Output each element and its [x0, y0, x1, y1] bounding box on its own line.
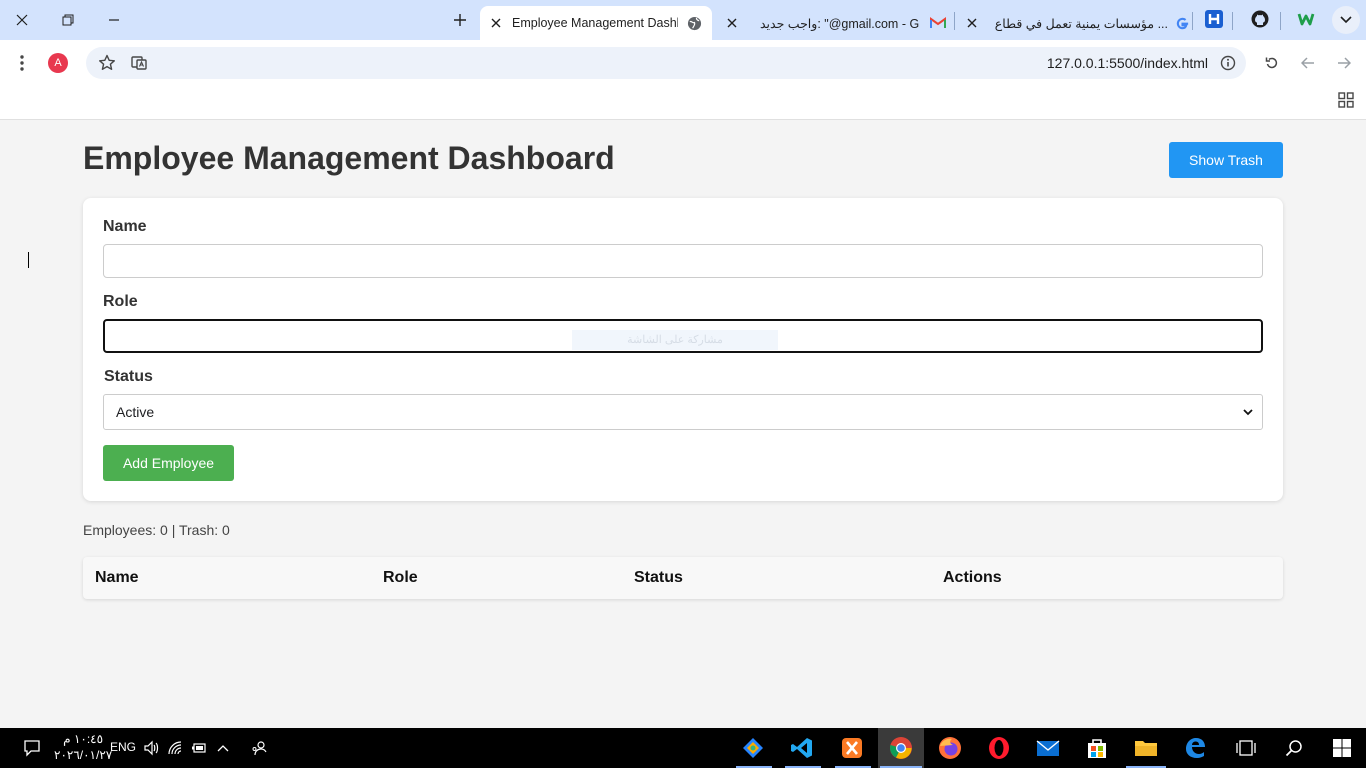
search-icon[interactable] — [1282, 736, 1306, 760]
close-icon — [16, 14, 28, 26]
url-text: 127.0.0.1:5500/index.html — [1046, 55, 1208, 71]
globe-icon — [686, 15, 702, 31]
tab-close-icon[interactable] — [488, 15, 504, 31]
tab-strip: Employee Management Dashboard واجب جديد:… — [0, 0, 1366, 40]
arrow-left-icon — [1301, 57, 1314, 69]
chevron-down-icon — [1340, 16, 1352, 24]
column-header-name: Name — [95, 569, 139, 586]
tab-separator — [1280, 12, 1281, 30]
more-vert-icon — [20, 55, 24, 71]
firefox-icon[interactable] — [938, 736, 962, 760]
back-button[interactable] — [1296, 51, 1320, 75]
windows-taskbar: ١٠:٤٥ م ٢٠٢٦/٠١/٢٧ ENG — [0, 728, 1366, 768]
column-header-role: Role — [383, 569, 418, 586]
pinned-tab-w[interactable] — [1297, 10, 1315, 28]
page-content: Employee Management Dashboard Show Trash… — [0, 121, 1366, 728]
employee-trash-counts: Employees: 0 | Trash: 0 — [83, 522, 230, 538]
h-app-icon — [1205, 10, 1223, 28]
page-title: Employee Management Dashboard — [83, 140, 615, 176]
notifications-button[interactable] — [20, 736, 44, 760]
bookmarks-bar — [0, 86, 1366, 120]
tab-employee-dashboard[interactable]: Employee Management Dashboard — [480, 6, 712, 40]
google-icon — [1174, 15, 1190, 31]
show-trash-button[interactable]: Show Trash — [1169, 142, 1283, 178]
tab-separator — [1232, 12, 1233, 30]
pinned-tab-github[interactable] — [1251, 10, 1269, 28]
bookmark-star-icon[interactable] — [98, 54, 116, 77]
store-icon[interactable] — [1085, 736, 1109, 760]
reload-button[interactable] — [1260, 51, 1284, 75]
plus-icon — [454, 14, 466, 26]
add-employee-button[interactable]: Add Employee — [103, 445, 234, 481]
arrow-right-icon — [1338, 57, 1351, 69]
tab-separator — [1192, 12, 1193, 30]
role-label: Role — [103, 293, 138, 310]
sourcetree-icon[interactable] — [741, 736, 765, 760]
tab-close-icon[interactable] — [964, 15, 980, 31]
wifi-icon[interactable] — [163, 736, 187, 760]
tab-gmail[interactable]: واجب جديد: "@gmail.com - Gmail — [724, 6, 950, 40]
people-icon[interactable] — [247, 736, 271, 760]
edge-icon[interactable] — [1183, 736, 1207, 760]
task-view-icon[interactable] — [1234, 736, 1258, 760]
restore-icon — [62, 14, 74, 26]
window-minimize-button[interactable] — [92, 4, 136, 36]
battery-icon[interactable] — [187, 736, 211, 760]
translate-icon[interactable] — [130, 54, 148, 77]
tab-title: واجب جديد: "@gmail.com - Gmail — [760, 16, 920, 31]
tab-google-search[interactable]: مؤسسات يمنية تعمل في قطاع ... — [960, 6, 1190, 40]
tab-search-button[interactable] — [1332, 6, 1360, 34]
site-info-icon[interactable] — [1218, 53, 1238, 73]
minimize-icon — [109, 19, 119, 21]
opera-icon[interactable] — [987, 736, 1011, 760]
system-clock[interactable]: ١٠:٤٥ م ٢٠٢٦/٠١/٢٧ — [54, 731, 112, 763]
address-bar[interactable]: 127.0.0.1:5500/index.html — [86, 47, 1246, 79]
notification-icon — [24, 740, 40, 757]
column-header-actions: Actions — [943, 569, 1002, 586]
status-selected-value: Active — [116, 404, 155, 420]
employee-table: Name Role Status Actions — [83, 557, 1283, 599]
forward-button[interactable] — [1332, 51, 1356, 75]
chrome-icon[interactable] — [889, 736, 913, 760]
tab-title: مؤسسات يمنية تعمل في قطاع ... — [994, 16, 1168, 31]
status-select[interactable]: Active — [103, 394, 1263, 430]
window-close-button[interactable] — [0, 4, 44, 36]
menu-button[interactable] — [10, 51, 34, 75]
window-restore-button[interactable] — [46, 4, 90, 36]
chevron-down-icon — [1243, 409, 1253, 416]
tab-close-icon[interactable] — [724, 15, 740, 31]
gmail-icon — [930, 15, 946, 31]
volume-icon[interactable] — [139, 736, 163, 760]
input-language[interactable]: ENG — [110, 740, 136, 754]
apps-grid-icon[interactable] — [1338, 92, 1354, 108]
new-tab-button[interactable] — [446, 8, 474, 32]
file-explorer-icon[interactable] — [1134, 736, 1158, 760]
clock-date: ٢٠٢٦/٠١/٢٧ — [54, 748, 113, 762]
profile-avatar[interactable]: A — [48, 53, 68, 73]
pinned-tab-h[interactable] — [1205, 10, 1223, 28]
text-caret — [28, 252, 29, 268]
reload-icon — [1265, 57, 1278, 69]
mail-icon[interactable] — [1036, 736, 1060, 760]
name-input[interactable] — [103, 244, 1263, 278]
status-label: Status — [104, 368, 153, 385]
chevron-up-icon[interactable] — [211, 736, 235, 760]
screen-share-overlay: مشاركة على الشاشة — [572, 330, 778, 350]
w-app-icon — [1297, 13, 1315, 26]
clock-time: ١٠:٤٥ م — [63, 732, 104, 746]
vscode-icon[interactable] — [790, 736, 814, 760]
windows-start-icon[interactable] — [1330, 736, 1354, 760]
xampp-icon[interactable] — [840, 736, 864, 760]
tab-title: Employee Management Dashboard — [512, 16, 678, 30]
tab-separator — [954, 12, 955, 30]
name-label: Name — [103, 218, 147, 235]
github-icon — [1251, 10, 1269, 28]
column-header-status: Status — [634, 569, 683, 586]
